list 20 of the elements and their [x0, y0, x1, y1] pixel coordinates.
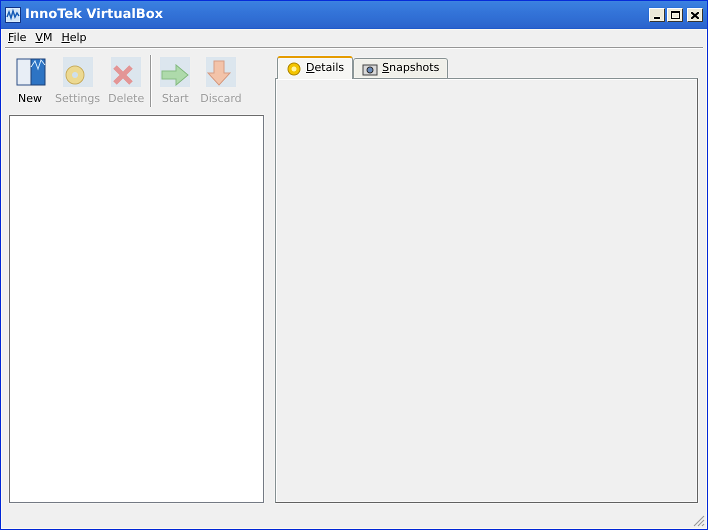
- close-button[interactable]: [687, 8, 703, 22]
- details-icon: [286, 60, 302, 76]
- maximize-button[interactable]: [667, 8, 683, 22]
- menu-item[interactable]: Help: [58, 30, 90, 46]
- minimize-icon: [654, 17, 660, 19]
- details-tab[interactable]: Details: [277, 56, 354, 79]
- minimize-button[interactable]: [649, 8, 665, 22]
- close-icon: [691, 12, 699, 18]
- new-button[interactable]: New: [9, 55, 51, 108]
- maximize-icon: [670, 11, 680, 19]
- settings-icon: [60, 55, 95, 89]
- resize-grip-icon[interactable]: [693, 515, 705, 527]
- window-title: InnoTek VirtualBox: [25, 6, 164, 24]
- snapshots-tab[interactable]: Snapshots: [353, 58, 448, 78]
- app-icon: [5, 7, 21, 23]
- discard-icon: [204, 55, 238, 89]
- delete-icon: [109, 55, 144, 89]
- start-icon: [158, 55, 192, 89]
- menu-item[interactable]: File: [5, 30, 30, 46]
- menu-item[interactable]: VM: [32, 30, 56, 46]
